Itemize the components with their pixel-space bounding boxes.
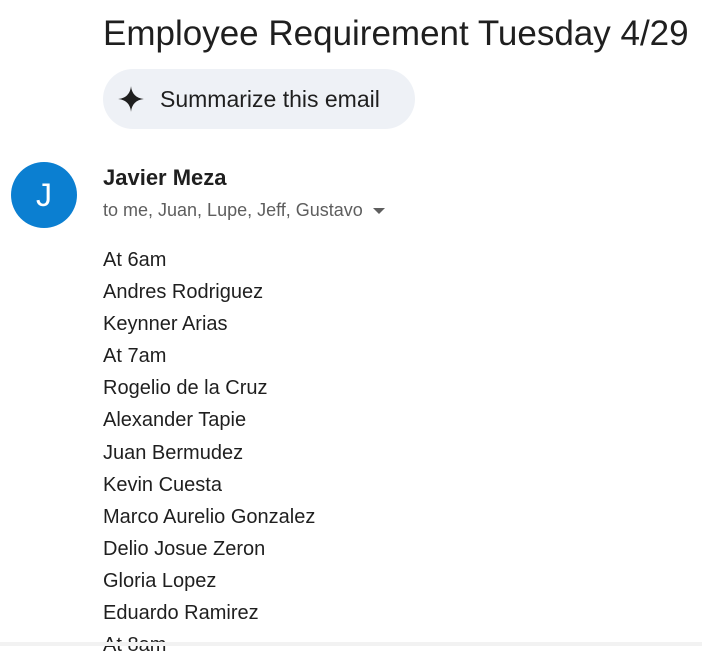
- email-body-line: Alexander Tapie: [103, 409, 247, 432]
- recipients-text: to me, Juan, Lupe, Jeff, Gustavo: [103, 200, 363, 220]
- email-body-line: At 6am: [103, 249, 167, 271]
- email-body-line: Rogelio de la Cruz: [103, 377, 268, 400]
- email-body-line: Gloria Lopez: [103, 569, 217, 592]
- caret-down-icon[interactable]: [372, 207, 385, 214]
- email-body-line: Andres Rodriguez: [103, 281, 264, 304]
- email-body-line: At 7am: [103, 345, 167, 368]
- sender-name[interactable]: Javier Meza: [103, 165, 227, 191]
- recipients-toggle[interactable]: to me, Juan, Lupe, Jeff, Gustavo: [103, 200, 385, 221]
- sparkle-icon: [117, 85, 145, 113]
- email-body-line: Juan Bermudez: [103, 441, 244, 464]
- email-body-line: Keynner Arias: [103, 313, 228, 336]
- email-body-line: Eduardo Ramirez: [103, 602, 259, 625]
- email-body-line: Marco Aurelio Gonzalez: [103, 505, 316, 528]
- email-body: At 6am Andres Rodriguez Keynner Arias At 7a…: [103, 244, 315, 661]
- summarize-email-button[interactable]: Summarize this email: [103, 69, 415, 129]
- email-body-line: Kevin Cuesta: [103, 473, 222, 496]
- divider: [0, 642, 702, 646]
- email-body-line: Delio Josue Zeron: [103, 537, 266, 560]
- email-subject: Employee Requirement Tuesday 4/29: [103, 14, 689, 53]
- summarize-email-label: Summarize this email: [160, 85, 380, 112]
- sender-avatar[interactable]: J: [11, 162, 77, 228]
